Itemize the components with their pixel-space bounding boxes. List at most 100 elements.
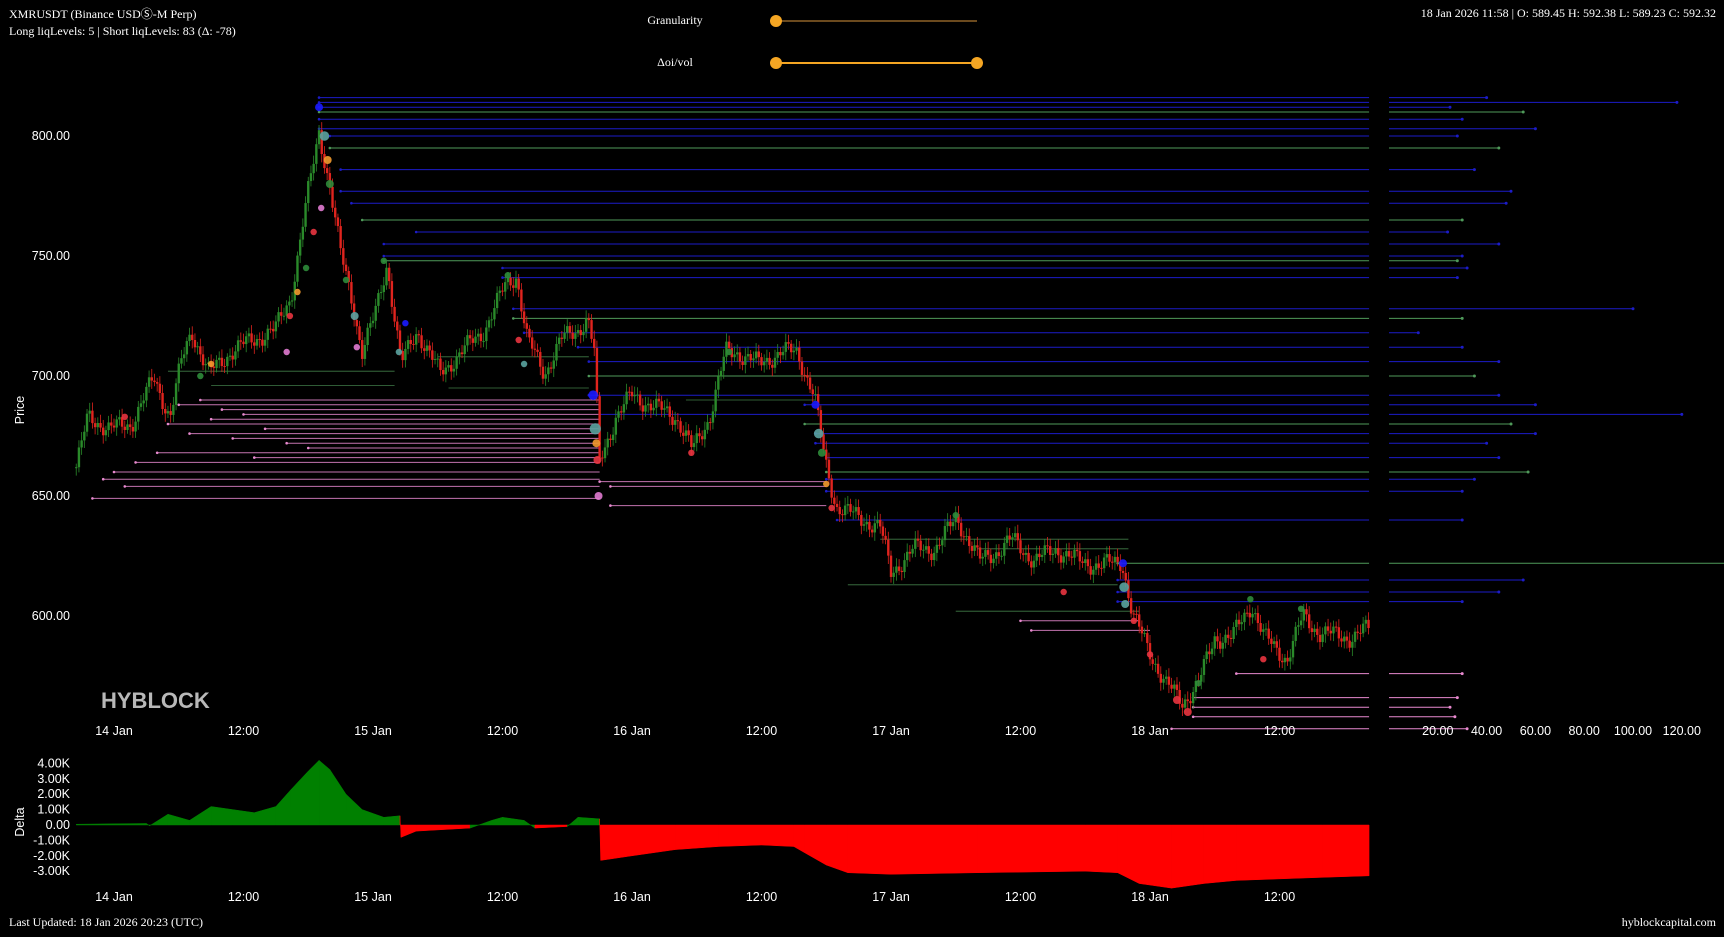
candle-body	[1337, 627, 1341, 639]
level-start-dot	[824, 477, 828, 481]
candle-body	[733, 354, 736, 358]
delta-segment	[804, 824, 827, 866]
candle-body	[512, 285, 515, 288]
candle-body	[611, 434, 615, 441]
candle-body	[204, 364, 207, 366]
level-start-dot	[835, 518, 839, 522]
liquidation-bubble	[318, 204, 325, 212]
liquidation-bubble	[353, 344, 361, 351]
level-start-dot	[252, 456, 256, 459]
candle-body	[593, 338, 596, 349]
candle-body	[771, 364, 774, 368]
candle-body	[196, 346, 199, 348]
candle-body	[1243, 612, 1246, 623]
candle-body	[369, 323, 372, 328]
liquidation-bubble	[302, 264, 310, 272]
candle-body	[887, 539, 890, 556]
candle-body	[1208, 651, 1211, 655]
delta-segment	[1322, 824, 1370, 878]
candle-body	[479, 333, 483, 342]
level-start-dot	[101, 477, 105, 481]
candle-body	[1132, 613, 1136, 615]
candle-body	[1138, 614, 1141, 627]
liquidation-bubble	[294, 288, 301, 296]
candle-body	[1043, 545, 1046, 555]
oi-vol-slider-min-handle[interactable]	[770, 57, 782, 69]
candle-body	[690, 435, 693, 448]
level-start-dot	[609, 485, 612, 488]
candle-body	[501, 290, 504, 292]
candle-body	[288, 301, 291, 306]
candle-body	[795, 347, 798, 351]
liquidation-bubble	[310, 228, 317, 236]
delta-segment	[383, 815, 401, 826]
candle-body	[1210, 648, 1214, 655]
level-start-dot	[382, 242, 386, 246]
liquidation-bubble	[395, 348, 403, 356]
candle-body	[525, 323, 528, 329]
candle-body	[798, 347, 801, 362]
level-start-dot	[339, 168, 342, 171]
candle-body	[806, 375, 809, 378]
delta-segment	[290, 770, 309, 826]
candle-body	[692, 443, 696, 448]
candle-body	[544, 374, 547, 379]
candle-body	[1189, 701, 1192, 704]
candle-body	[547, 367, 550, 375]
candle-body	[161, 393, 164, 410]
delta-segment	[890, 824, 978, 875]
candle-body	[1299, 620, 1303, 626]
candle-body	[85, 413, 89, 432]
delta-time-tick-label: 12:00	[1264, 890, 1295, 904]
histogram-bar-end	[1509, 422, 1513, 426]
delta-segment	[793, 824, 805, 854]
oi-vol-slider-max-handle[interactable]	[971, 57, 983, 69]
candle-body	[1021, 553, 1025, 555]
level-start-dot	[242, 413, 245, 416]
candle-body	[93, 423, 97, 428]
histogram-bar-end	[1504, 201, 1508, 205]
histogram-bar-end	[1526, 470, 1530, 474]
candle-body	[671, 416, 674, 425]
candle-body	[493, 308, 496, 320]
candle-body	[628, 391, 631, 393]
delta-segment	[415, 824, 471, 832]
candle-body	[1340, 638, 1343, 642]
candle-body	[838, 506, 841, 515]
candle-body	[250, 333, 253, 343]
candle-body	[792, 350, 796, 353]
granularity-slider-handle[interactable]	[770, 15, 782, 27]
candle-body	[153, 380, 156, 383]
candle-body	[344, 264, 348, 271]
candle-body	[1065, 551, 1068, 557]
liquidation-bubble	[315, 103, 324, 112]
candle-body	[1334, 626, 1338, 628]
candle-body	[903, 560, 906, 573]
liquidation-bubble	[828, 504, 835, 512]
liquidation-bubble	[520, 360, 528, 368]
candle-body	[490, 319, 493, 321]
candle-body	[1164, 676, 1168, 679]
delta-segment	[189, 806, 212, 826]
candle-body	[1237, 619, 1241, 625]
candle-body	[884, 535, 887, 540]
sliders[interactable]	[770, 15, 983, 69]
candle-body	[1113, 556, 1117, 563]
histogram-bar-end	[1460, 489, 1464, 493]
level-start-dot	[199, 398, 202, 402]
candle-body	[180, 358, 183, 364]
candle-body	[166, 411, 170, 414]
candle-body	[541, 366, 545, 379]
liquidation-bubble	[504, 272, 512, 279]
candle-body	[868, 521, 871, 530]
histogram-bar-end	[1455, 259, 1459, 263]
delta-tick-label: -3.00K	[33, 864, 70, 878]
histogram-bar-end	[1485, 96, 1489, 100]
liquidation-bubble	[1119, 582, 1129, 592]
candle-body	[614, 417, 618, 435]
delta-segment	[600, 824, 633, 861]
level-start-dot	[91, 497, 94, 500]
candle-body	[1310, 628, 1314, 633]
delta-segment	[1203, 824, 1237, 884]
candle-body	[1191, 691, 1195, 704]
